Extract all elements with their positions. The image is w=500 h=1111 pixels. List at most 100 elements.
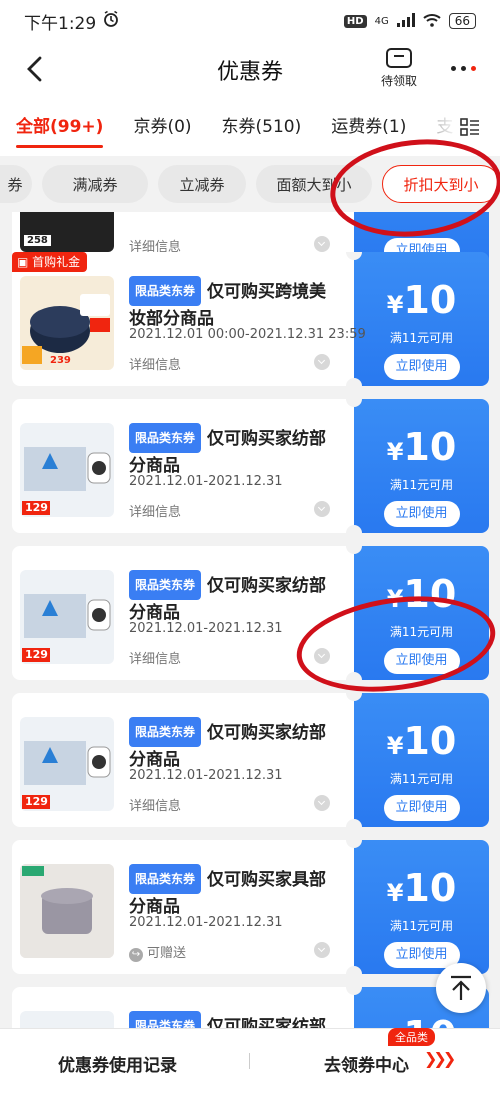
dot-icon <box>460 65 466 71</box>
chip-discount-high-low[interactable]: 折扣大到小 <box>382 165 500 203</box>
top-nav: 优惠券 待领取 <box>0 42 500 98</box>
coupon-title: 限品类东券 仅可购买家纺部分商品 <box>129 570 339 626</box>
tab-all[interactable]: 全部(99+) <box>0 98 104 156</box>
alarm-icon <box>102 10 120 33</box>
chevron-down-icon[interactable] <box>314 942 330 958</box>
coupon-amount: 10 <box>403 1013 456 1028</box>
product-thumbnail: 129 <box>20 570 114 664</box>
product-thumbnail <box>20 1011 114 1028</box>
pending-coupons-button[interactable]: 待领取 <box>374 46 424 89</box>
coupon-type-tag: 限品类东券 <box>129 864 202 894</box>
use-now-button[interactable]: 立即使用 <box>383 501 460 527</box>
status-bar: 下午1:29 HD 4G 66 <box>0 0 500 42</box>
coupon-validity: 2021.12.01-2021.12.31 <box>129 474 283 489</box>
coupon-condition: 满11元可用 <box>389 919 454 933</box>
gift-send-link[interactable]: ↪ 可赠送 <box>129 942 186 962</box>
coupon-amount: 10 <box>403 572 457 616</box>
coupon-title: 限品类东券 仅可购买家纺部分商品 <box>129 423 339 479</box>
coupon-validity: 2021.12.01 00:00-2021.12.31 23:59 <box>129 327 366 342</box>
network-label: 4G <box>374 15 389 27</box>
coupon-card: ¥10 满11元可用 立即使用 限品类东券 仅可购买家具部分商品 2021.12.… <box>12 840 489 974</box>
coupon-value-panel: ¥10 满11元可用 立即使用 <box>354 399 489 533</box>
coupon-type-tag: 限品类东券 <box>129 570 202 600</box>
tab-dong-coupon[interactable]: 东券(510) <box>206 98 302 156</box>
detail-link[interactable]: 详细信息 <box>129 795 181 814</box>
chevron-down-icon[interactable] <box>314 501 330 517</box>
more-menu-button[interactable] <box>446 56 480 80</box>
coupon-card: ¥10 满11元可用 立即使用 129 限品类东券 仅可购买家纺部分商品 2021… <box>12 693 489 827</box>
tab-shipping-coupon[interactable]: 运费券(1) <box>315 98 406 156</box>
footer-divider <box>249 1053 250 1069</box>
wifi-icon <box>423 13 441 30</box>
dot-icon <box>450 65 456 71</box>
pending-label: 待领取 <box>380 74 417 88</box>
ticket-icon <box>386 48 412 68</box>
coupon-category-tabs: 全部(99+) 京券(0) 东券(510) 运费券(1) 支 <box>0 98 500 156</box>
arrow-up-icon <box>451 975 471 1000</box>
chevron-down-icon[interactable] <box>314 795 330 811</box>
grid-list-icon <box>460 118 480 136</box>
coupon-amount: 10 <box>403 866 457 910</box>
chip-instant-reduction[interactable]: 立减券 <box>158 165 246 203</box>
coupon-title: 限品类东券 仅可购买家纺部 <box>129 1011 339 1028</box>
coupon-title: 限品类东券 仅可购买家具部分商品 <box>129 864 339 920</box>
coupon-type-tag: 限品类东券 <box>129 423 202 453</box>
coupon-value-panel: ¥10 满11元可用 立即使用 <box>354 252 489 386</box>
coupon-list: 立即使用 258 详细信息 ¥10 满11元可用 立即使用 239 限品类东券仅… <box>0 212 500 1028</box>
chip-amount-high-low[interactable]: 面额大到小 <box>256 165 372 203</box>
coupon-value-panel: ¥10 满11元可用 立即使用 <box>354 546 489 680</box>
status-time: 下午1:29 <box>24 13 97 34</box>
back-to-top-button[interactable] <box>436 963 486 1013</box>
all-categories-button[interactable] <box>430 98 500 156</box>
coupon-validity: 2021.12.01-2021.12.31 <box>129 621 283 636</box>
coupon-center-button[interactable]: 去领券中心 <box>324 1051 409 1076</box>
chevron-down-icon[interactable] <box>314 236 330 252</box>
filter-chips: 券 满减券 立减券 面额大到小 折扣大到小 <box>0 156 500 212</box>
usage-records-button[interactable]: 优惠券使用记录 <box>58 1051 177 1076</box>
detail-link[interactable]: 详细信息 <box>129 354 181 373</box>
coupon-type-tag: 限品类东券 <box>129 276 202 306</box>
dot-icon <box>470 65 476 71</box>
coupon-validity: 2021.12.01-2021.12.31 <box>129 768 283 783</box>
use-now-button[interactable]: 立即使用 <box>383 942 460 968</box>
coupon-condition: 满11元可用 <box>389 331 454 345</box>
coupon-amount: 10 <box>403 425 457 469</box>
coupon-condition: 满11元可用 <box>389 478 454 492</box>
coupon-card: ¥10 满11元可用 立即使用 129 限品类东券 仅可购买家纺部分商品 2021… <box>12 546 489 680</box>
battery-indicator: 66 <box>448 13 476 29</box>
use-now-button[interactable]: 立即使用 <box>383 354 460 380</box>
coupon-type-tag: 限品类东券 <box>129 717 202 747</box>
coupon-card: ¥10 满11元可用 立即使用 129 限品类东券 仅可购买家纺部分商品 2021… <box>12 399 489 533</box>
coupon-value-panel: ¥10 满11元可用 立即使用 <box>354 840 489 974</box>
product-thumbnail: 258 <box>20 212 114 252</box>
product-thumbnail <box>20 864 114 958</box>
coupon-card: ¥10 满11元可用 立即使用 239 限品类东券 仅可购买跨境美妆部分商品 20… <box>12 252 489 386</box>
coupon-title: 限品类东券 仅可购买家纺部分商品 <box>129 717 339 773</box>
detail-link[interactable]: 详细信息 <box>129 501 181 520</box>
chip-partial[interactable]: 券 <box>0 165 32 203</box>
signal-icon <box>396 12 415 30</box>
all-category-badge: 全品类 <box>388 1028 435 1046</box>
product-thumbnail: 239 <box>20 276 114 370</box>
gift-icon: ▣ <box>17 255 33 269</box>
coupon-type-tag: 限品类东券 <box>129 1011 202 1028</box>
double-chevron-right-icon: ❯❯❯ <box>424 1049 456 1068</box>
coupon-card: ¥10 限品类东券仅可购买家纺部 <box>12 987 489 1028</box>
hd-badge: HD <box>343 14 367 28</box>
product-thumbnail: 129 <box>20 717 114 811</box>
coupon-amount: 10 <box>403 278 457 322</box>
chevron-down-icon[interactable] <box>314 354 330 370</box>
coupon-value-panel: ¥10 满11元可用 立即使用 <box>354 693 489 827</box>
use-now-button[interactable]: 立即使用 <box>383 795 460 821</box>
use-now-button[interactable]: 立即使用 <box>383 648 460 674</box>
coupon-condition: 满11元可用 <box>389 772 454 786</box>
share-arrow-icon: ↪ <box>129 948 143 962</box>
coupon-validity: 2021.12.01-2021.12.31 <box>129 915 283 930</box>
tab-jing-coupon[interactable]: 京券(0) <box>117 98 191 156</box>
chevron-down-icon[interactable] <box>314 648 330 664</box>
chip-full-reduction[interactable]: 满减券 <box>42 165 148 203</box>
detail-link[interactable]: 详细信息 <box>129 648 181 667</box>
coupon-amount: 10 <box>403 719 457 763</box>
coupon-condition: 满11元可用 <box>389 625 454 639</box>
coupon-title: 限品类东券 仅可购买跨境美妆部分商品 <box>129 276 339 332</box>
